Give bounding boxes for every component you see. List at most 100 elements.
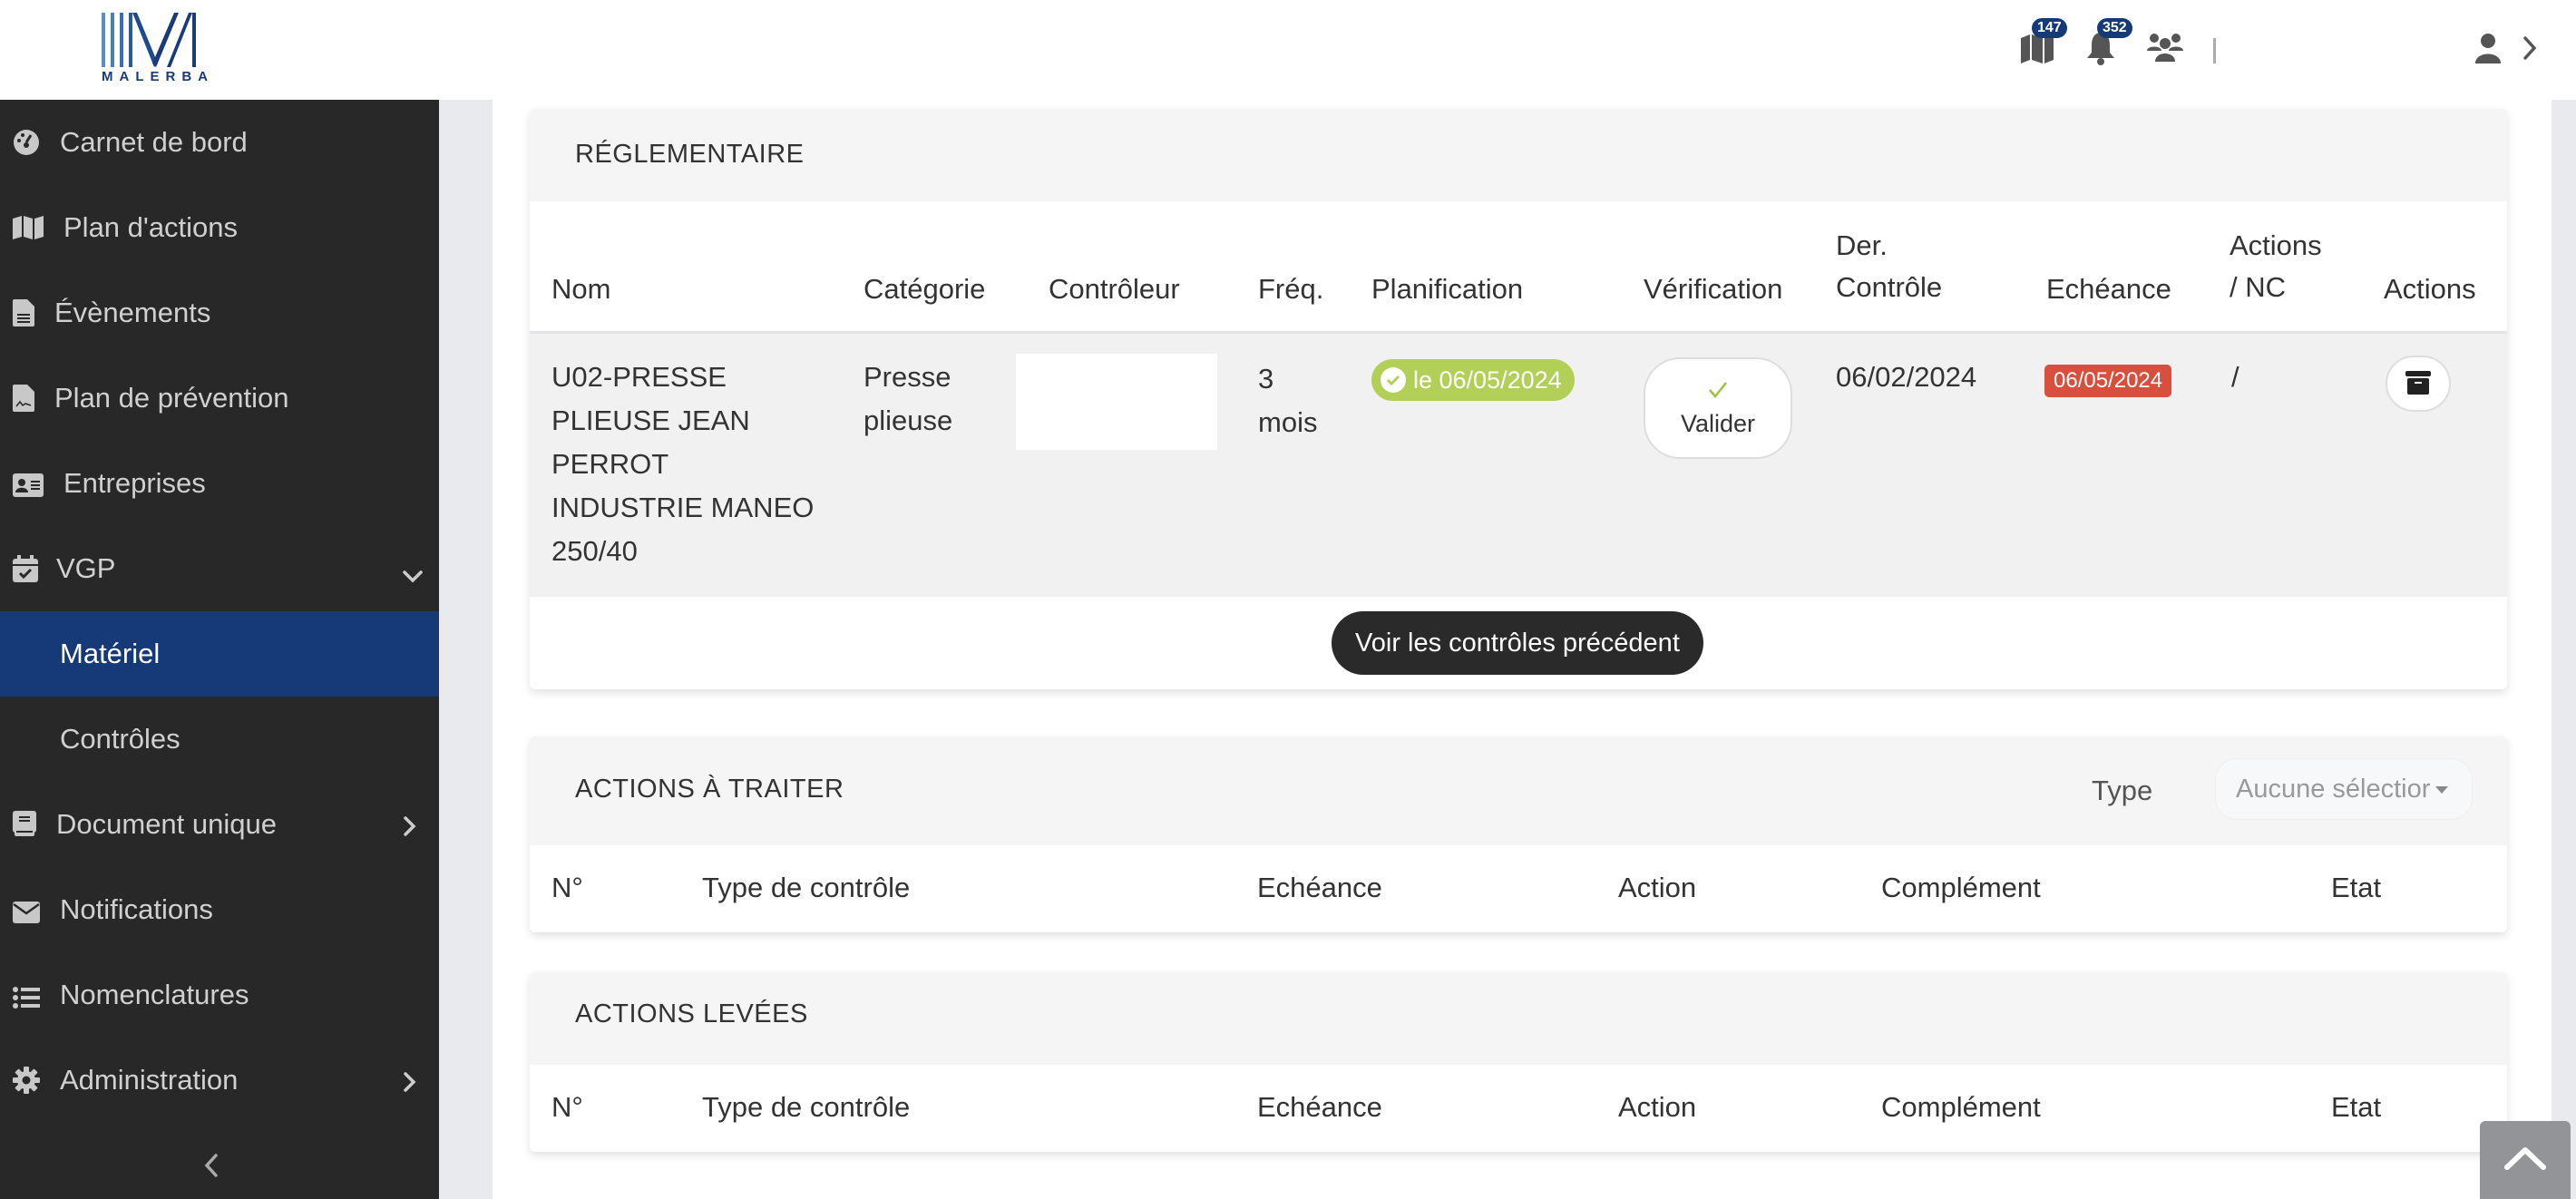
sidebar-item-label: VGP: [56, 552, 116, 584]
book-icon: [13, 811, 44, 838]
sidebar-item-materiel[interactable]: Matériel: [0, 611, 439, 697]
sidebar-item-evenements[interactable]: Évènements: [0, 270, 439, 356]
sidebar-item-label: Administration: [60, 1064, 239, 1096]
cell-der-controle: 06/02/2024: [1836, 361, 1977, 393]
chevron-right-icon: [403, 811, 423, 836]
sidebar-item-label: Plan d'actions: [63, 211, 239, 243]
nom-line: PLIEUSE JEAN: [551, 405, 750, 436]
col-action[interactable]: Action: [1618, 1087, 1696, 1128]
card-header: ACTIONS À TRAITER Type Aucune sélectior: [530, 736, 2507, 845]
freq-line: 3: [1258, 363, 1274, 395]
cell-controleur: [1016, 354, 1217, 450]
archive-icon: [2405, 370, 2431, 397]
calendar-check-icon: [13, 555, 44, 582]
sidebar-item-label: Évènements: [54, 297, 211, 328]
chevron-up-icon: [2503, 1145, 2548, 1176]
col-actions-nc[interactable]: Actions / NC: [2230, 225, 2322, 308]
user-icon[interactable]: [2474, 33, 2502, 63]
cell-actions-nc: /: [2231, 361, 2239, 393]
echeance-badge: 06/05/2024: [2044, 365, 2172, 397]
scroll-to-top-button[interactable]: [2480, 1121, 2571, 1199]
col-der-controle[interactable]: Der. Contrôle: [1836, 225, 1942, 308]
sidebar-item-administration[interactable]: Administration: [0, 1038, 439, 1123]
sidebar-item-plan-prevention[interactable]: Plan de prévention: [0, 356, 439, 441]
map-icon: [13, 214, 44, 241]
file-signature-icon: [13, 385, 44, 412]
col-planification[interactable]: Planification: [1371, 268, 1523, 310]
col-type-controle[interactable]: Type de contrôle: [702, 1087, 910, 1128]
col-etat[interactable]: Etat: [2331, 867, 2381, 909]
table-header: N° Type de contrôle Echéance Action Comp…: [530, 845, 2507, 932]
col-echeance[interactable]: Echéance: [2046, 268, 2171, 310]
map-badge: 147: [2032, 18, 2067, 38]
nom-line: 250/40: [551, 535, 638, 567]
planification-date: le 06/05/2024: [1413, 366, 1562, 394]
col-nom[interactable]: Nom: [551, 268, 610, 310]
col-categorie[interactable]: Catégorie: [864, 268, 985, 310]
sidebar-item-nomenclatures[interactable]: Nomenclatures: [0, 952, 439, 1038]
page-scrollbar-track[interactable]: [2552, 100, 2576, 1199]
list-icon: [13, 983, 44, 1010]
dashboard-icon: [13, 129, 44, 156]
map-icon[interactable]: 147: [2019, 18, 2067, 63]
sidebar-item-label: Contrôles: [60, 723, 181, 755]
sidebar-item-controles[interactable]: Contrôles: [0, 697, 439, 782]
sidebar-item-document-unique[interactable]: Document unique: [0, 782, 439, 867]
malerba-logo[interactable]: MALERBA: [98, 11, 208, 87]
archive-button[interactable]: [2386, 356, 2451, 412]
table-header: N° Type de contrôle Echéance Action Comp…: [530, 1065, 2507, 1152]
logo-text: MALERBA: [102, 69, 214, 84]
envelope-icon: [13, 898, 44, 925]
valider-label: Valider: [1680, 409, 1756, 437]
sidebar-item-plan-actions[interactable]: Plan d'actions: [0, 185, 439, 270]
col-numero[interactable]: N°: [551, 867, 583, 909]
sidebar-item-label: Plan de prévention: [54, 382, 289, 414]
file-text-icon: [13, 299, 44, 327]
card-header: RÉGLEMENTAIRE: [530, 109, 2507, 201]
table-row[interactable]: U02-PRESSE PLIEUSE JEAN PERROT INDUSTRIE…: [530, 334, 2507, 597]
freq-line: mois: [1258, 406, 1318, 438]
id-card-icon: [13, 472, 44, 499]
sidebar-item-label: Matériel: [60, 638, 161, 669]
sidebar-item-label: Entreprises: [63, 467, 206, 499]
bell-icon[interactable]: 352: [2084, 18, 2132, 65]
type-filter-value: Aucune sélectior: [2236, 774, 2431, 804]
planification-badge: le 06/05/2024: [1371, 359, 1575, 401]
col-complement[interactable]: Complément: [1881, 867, 2041, 909]
col-type-controle[interactable]: Type de contrôle: [702, 867, 910, 909]
sidebar-item-entreprises[interactable]: Entreprises: [0, 441, 439, 526]
col-freq[interactable]: Fréq.: [1258, 268, 1323, 310]
check-icon: [1707, 379, 1729, 405]
col-action[interactable]: Action: [1618, 867, 1696, 909]
top-header: MALERBA 147 352: [0, 0, 2576, 100]
sidebar-item-carnet-de-bord[interactable]: Carnet de bord: [0, 100, 439, 185]
users-icon[interactable]: [2146, 31, 2186, 63]
sidebar-item-notifications[interactable]: Notifications: [0, 867, 439, 952]
chevron-right-icon[interactable]: [2522, 34, 2538, 62]
col-numero[interactable]: N°: [551, 1087, 583, 1128]
categorie-line: Presse: [864, 361, 951, 393]
categorie-line: plieuse: [864, 405, 953, 436]
col-echeance[interactable]: Echéance: [1257, 1087, 1382, 1128]
type-filter-select[interactable]: Aucune sélectior: [2215, 758, 2473, 820]
sidebar: Carnet de bord Plan d'actions Évènements…: [0, 100, 439, 1199]
col-etat[interactable]: Etat: [2331, 1087, 2381, 1128]
col-echeance[interactable]: Echéance: [1257, 867, 1382, 909]
type-filter-label: Type: [2092, 775, 2153, 806]
valider-button[interactable]: Valider: [1644, 357, 1792, 459]
cell-categorie: Presse plieuse: [864, 356, 952, 443]
card-header: ACTIONS LEVÉES: [530, 972, 2507, 1065]
card-footer: Voir les contrôles précédent: [530, 597, 2507, 689]
col-actions[interactable]: Actions: [2384, 268, 2476, 310]
gear-icon: [13, 1067, 44, 1094]
chevron-left-icon[interactable]: [201, 1152, 221, 1179]
voir-controles-precedents-button[interactable]: Voir les contrôles précédent: [1332, 611, 1703, 675]
col-controleur[interactable]: Contrôleur: [1049, 268, 1180, 310]
card-title: RÉGLEMENTAIRE: [575, 140, 805, 169]
card-title: ACTIONS LEVÉES: [575, 999, 808, 1028]
chevron-right-icon: [403, 1067, 423, 1092]
header-divider: [2213, 38, 2216, 63]
col-complement[interactable]: Complément: [1881, 1087, 2041, 1128]
col-verification[interactable]: Vérification: [1644, 268, 1782, 310]
sidebar-item-vgp[interactable]: VGP: [0, 526, 439, 611]
